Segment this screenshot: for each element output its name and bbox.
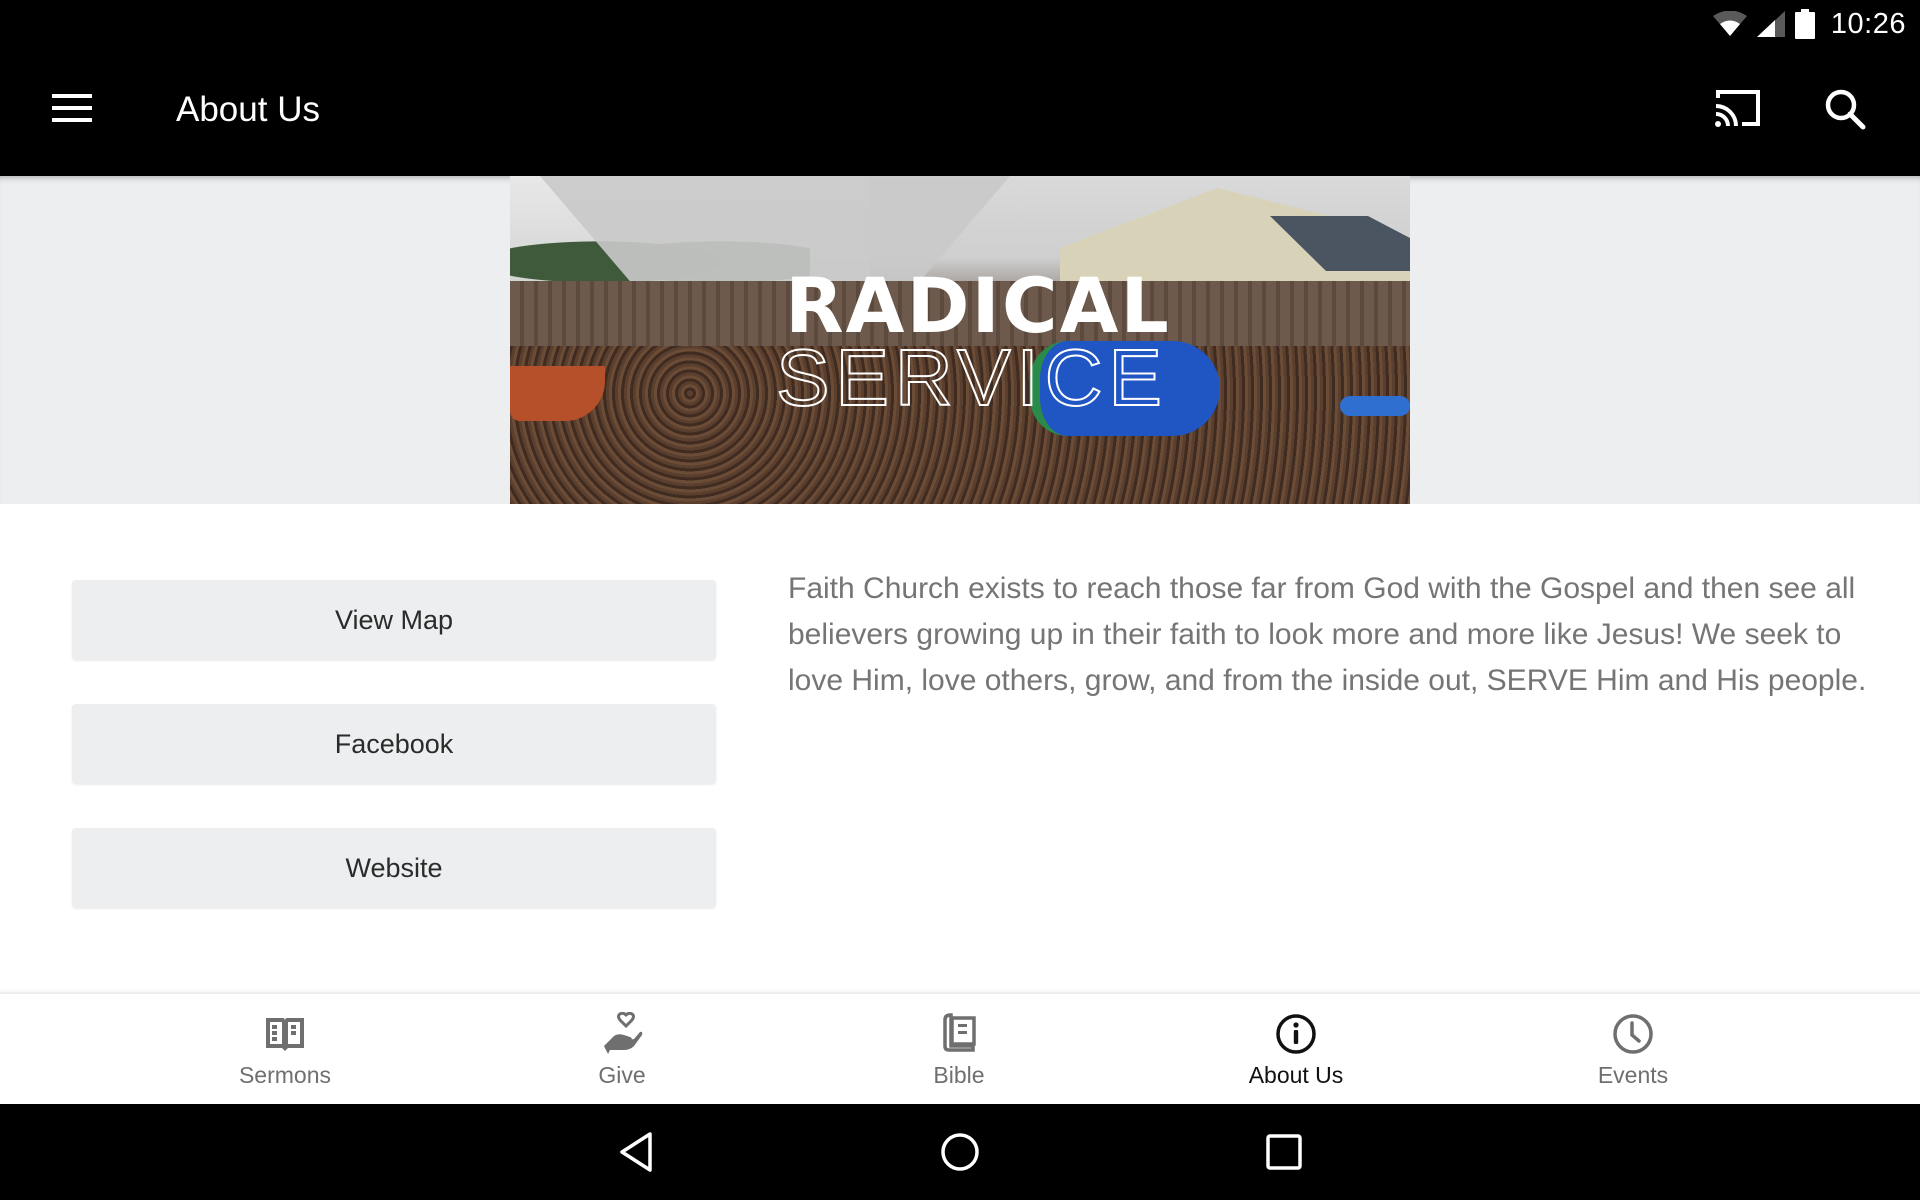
home-icon — [941, 1133, 979, 1171]
status-time: 10:26 — [1830, 7, 1906, 40]
search-icon — [1825, 89, 1866, 130]
nav-item-give[interactable]: Give — [522, 994, 722, 1106]
search-button[interactable] — [1824, 88, 1876, 140]
open-book-icon — [266, 1018, 304, 1051]
recents-button[interactable] — [1262, 1130, 1306, 1174]
status-bar: 10:26 — [0, 0, 1920, 48]
home-button[interactable] — [938, 1130, 982, 1174]
recents-icon — [1266, 1134, 1302, 1170]
facebook-button[interactable]: Facebook — [72, 704, 716, 784]
view-map-button[interactable]: View Map — [72, 580, 716, 660]
clock-icon — [1613, 1014, 1653, 1054]
hero-image: RADICAL SERVICE — [510, 176, 1410, 504]
nav-item-sermons[interactable]: Sermons — [185, 994, 385, 1106]
battery-icon — [1794, 9, 1815, 39]
hero-banner: RADICAL SERVICE — [0, 176, 1920, 504]
about-description: Faith Church exists to reach those far f… — [788, 572, 1867, 697]
cast-button[interactable] — [1714, 88, 1774, 138]
menu-button[interactable] — [44, 88, 100, 136]
back-button[interactable] — [614, 1130, 658, 1174]
hamburger-menu-icon — [52, 94, 92, 122]
website-button[interactable]: Website — [72, 828, 716, 908]
app-bar: About Us — [0, 48, 1920, 176]
nav-label: Sermons — [238, 1062, 332, 1088]
nav-item-about-us[interactable]: About Us — [1196, 994, 1396, 1106]
hero-title-line2: SERVICE — [775, 333, 1168, 422]
system-navigation-bar — [0, 1104, 1920, 1200]
bible-icon — [943, 1013, 976, 1052]
nav-label: About Us — [1248, 1062, 1344, 1088]
info-icon — [1276, 1014, 1316, 1054]
cast-icon — [1715, 90, 1760, 127]
nav-item-events[interactable]: Events — [1533, 994, 1733, 1106]
status-icons: 10:26 — [1712, 6, 1906, 42]
hand-heart-icon — [604, 1012, 643, 1054]
nav-label: Events — [1597, 1062, 1669, 1088]
nav-item-bible[interactable]: Bible — [859, 994, 1059, 1106]
nav-label: Give — [598, 1062, 646, 1088]
wifi-icon — [1712, 11, 1747, 36]
bottom-navigation: Sermons Give Bible About Us Events — [0, 992, 1920, 1106]
back-icon — [620, 1132, 652, 1172]
cell-signal-icon — [1756, 11, 1785, 37]
page-title: About Us — [176, 90, 320, 129]
nav-label: Bible — [933, 1062, 985, 1088]
